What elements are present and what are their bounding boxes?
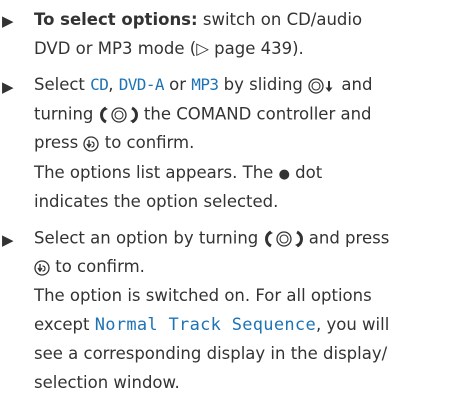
option-dvd-a: DVD-A	[118, 75, 165, 94]
manual-page: ▶ To select options: switch on CD/audio …	[0, 0, 464, 408]
step1-line1-rest: switch on CD/audio	[197, 10, 363, 29]
option-normal-track-sequence: Normal Track Sequence	[94, 315, 316, 335]
step3-result-line3: see a corresponding display in the displ…	[34, 344, 388, 363]
bullet-arrow-icon: ▶	[2, 78, 14, 96]
step2-result-line1: The options list appears. The ● dot	[34, 163, 323, 182]
step1-line1: To select options: switch on CD/audio	[34, 10, 363, 29]
step2-line2: turning the COMAND controller and	[34, 104, 372, 124]
press-controller-icon	[34, 259, 50, 276]
turn-controller-icon	[264, 230, 304, 248]
step1-lead: To select options:	[34, 10, 198, 29]
page-ref-icon: ▷	[196, 39, 209, 58]
bullet-arrow-icon: ▶	[2, 231, 14, 249]
option-mp3: MP3	[191, 75, 219, 94]
step2-line3: press to confirm.	[34, 133, 195, 152]
step2-result-line2: indicates the option selected.	[34, 192, 279, 211]
selected-dot-icon: ●	[278, 167, 290, 182]
turn-controller-icon	[99, 106, 139, 124]
step3-result-line1: The option is switched on. For all optio…	[34, 286, 372, 305]
slide-down-icon	[308, 77, 336, 94]
press-controller-icon	[83, 135, 100, 152]
step1-line2: DVD or MP3 mode (▷ page 439).	[34, 39, 304, 58]
step3-line1: Select an option by turning and press	[34, 228, 390, 248]
step3-result-line2: except Normal Track Sequence, you will	[34, 315, 390, 335]
step3-line2: to confirm.	[34, 258, 145, 276]
step3-result-line4: selection window.	[34, 373, 180, 392]
bullet-arrow-icon: ▶	[2, 12, 14, 30]
step2-line1: Select CD, DVD-A or MP3 by sliding and	[34, 75, 373, 94]
option-cd: CD	[90, 75, 109, 94]
